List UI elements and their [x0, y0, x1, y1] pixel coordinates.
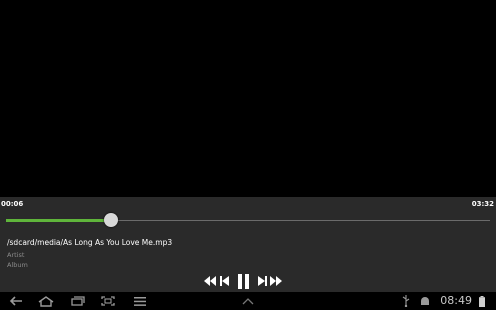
- home-icon: [38, 295, 54, 307]
- screenshot-icon: [101, 296, 115, 306]
- android-status: [420, 295, 430, 307]
- back-icon: [9, 296, 22, 306]
- rewind-button[interactable]: [204, 273, 217, 289]
- previous-button[interactable]: [220, 273, 229, 289]
- track-file-path: /sdcard/media/As Long As You Love Me.mp3: [7, 238, 173, 247]
- elapsed-time: 00:06: [1, 200, 24, 208]
- total-time: 03:32: [471, 200, 494, 208]
- fast-forward-button[interactable]: [270, 273, 283, 289]
- back-button[interactable]: [8, 294, 24, 308]
- recent-apps-button[interactable]: [70, 294, 86, 308]
- chevron-up-icon: [242, 297, 254, 304]
- transport-controls: [204, 273, 283, 289]
- screenshot-button[interactable]: [100, 294, 116, 308]
- seek-thumb[interactable]: [104, 213, 118, 227]
- video-surface[interactable]: [0, 0, 496, 197]
- usb-status: [402, 295, 410, 307]
- battery-status: [479, 295, 485, 307]
- fast-forward-icon: [270, 276, 282, 286]
- recent-apps-icon: [71, 296, 85, 306]
- menu-icon: [134, 296, 146, 306]
- seek-bar[interactable]: [6, 213, 490, 227]
- next-icon: [258, 276, 267, 286]
- menu-button[interactable]: [132, 294, 148, 308]
- track-album: Album: [7, 261, 28, 269]
- player-controls-panel: 00:06 03:32 /sdcard/media/As Long As You…: [0, 197, 496, 292]
- status-clock: 08:49: [440, 294, 472, 307]
- previous-icon: [220, 276, 229, 286]
- seek-bar-progress: [6, 219, 111, 222]
- show-controls-button[interactable]: [241, 294, 255, 308]
- pause-button[interactable]: [238, 273, 249, 289]
- pause-icon: [238, 273, 249, 289]
- rewind-icon: [204, 276, 216, 286]
- android-icon: [421, 297, 429, 305]
- home-button[interactable]: [38, 294, 54, 308]
- track-artist: Artist: [7, 251, 25, 259]
- system-navigation-bar: 08:49: [0, 292, 496, 310]
- battery-icon: [479, 295, 485, 307]
- usb-icon: [402, 295, 410, 307]
- next-button[interactable]: [258, 273, 267, 289]
